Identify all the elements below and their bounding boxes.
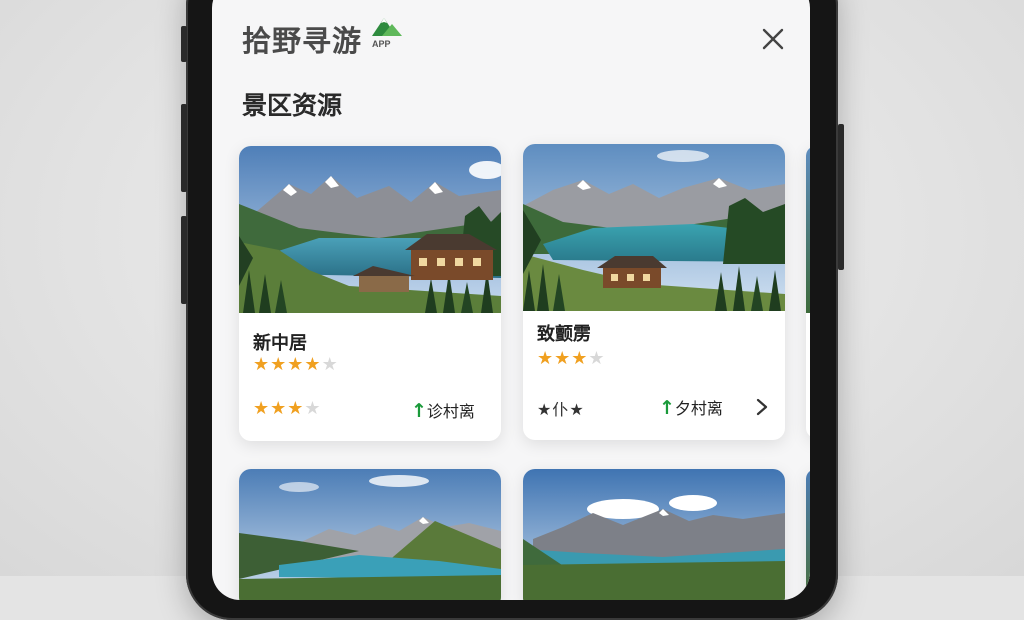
phone-side-button <box>181 104 187 192</box>
phone-side-button <box>838 124 844 270</box>
secondary-label: ★仆★ <box>537 400 585 419</box>
scenic-photo <box>523 144 785 311</box>
section-title: 景区资源 <box>242 91 343 120</box>
close-icon <box>762 28 784 50</box>
app-title: 拾野寻游 <box>242 24 363 58</box>
distance-label: 夕村离 <box>674 399 723 418</box>
card-title: 新中居 <box>253 333 307 354</box>
distance-label: 诊村离 <box>426 402 475 421</box>
scenic-card[interactable]: 致颤雳 ★★★★ ★仆★ ↑夕村离 <box>523 144 785 440</box>
scenic-card[interactable] <box>239 469 501 600</box>
distance-info: ↑诊村离 <box>411 398 475 422</box>
rating-stars: ★★★★ <box>537 348 606 369</box>
secondary-rating-stars: ★★★★ <box>253 398 322 419</box>
phone-side-button <box>181 216 187 304</box>
phone-side-button <box>181 26 187 62</box>
scenic-card-peek[interactable] <box>806 146 810 438</box>
arrow-up-icon: ↑ <box>659 397 675 419</box>
app-header: 拾野寻游 APP <box>242 0 784 60</box>
scenic-card-peek[interactable] <box>806 469 810 600</box>
chevron-right-icon[interactable] <box>753 396 771 418</box>
scenic-photo <box>239 469 501 600</box>
scenic-photo <box>523 469 785 600</box>
scenic-card[interactable]: 新中居 ★★★★★ ★★★★ ↑诊村离 <box>239 146 501 441</box>
logo-badge: APP <box>372 39 391 49</box>
rating-stars: ★★★★★ <box>253 354 339 375</box>
phone-screen: 拾野寻游 APP 景区资源 新中居 ★★★★★ ★★★★ ↑诊村离 致颤雳 ★★… <box>212 0 810 600</box>
arrow-up-icon: ↑ <box>411 400 427 422</box>
distance-info: ↑夕村离 <box>659 395 723 419</box>
scenic-card[interactable] <box>523 469 785 600</box>
card-title: 致颤雳 <box>537 324 591 345</box>
scenic-photo <box>239 146 501 313</box>
close-button[interactable] <box>756 22 790 56</box>
